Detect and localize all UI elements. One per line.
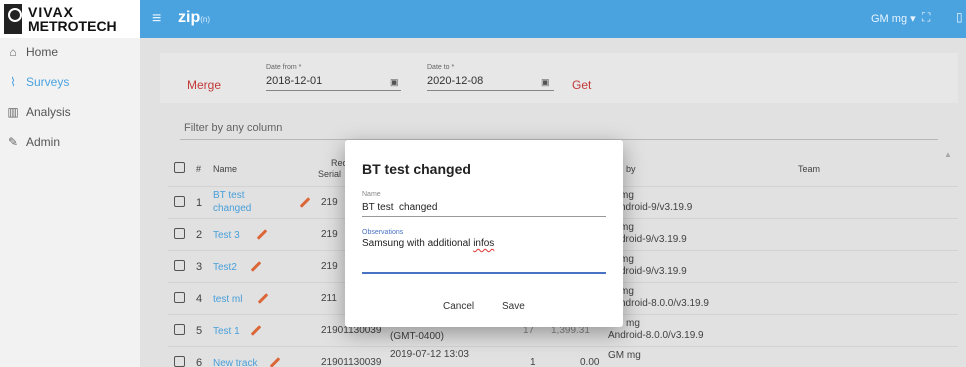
top-bar: VIVAX METROTECH ≡ zip(n) GM mg ▾ ⛶ ▯ [0,0,966,38]
sidebar: ⌂ Home ⌇ Surveys ▥ Analysis ✎ Admin [0,38,140,367]
sidebar-item-analysis[interactable]: ▥ Analysis [6,102,70,122]
observations-field-label: Observations [362,229,404,236]
logo-mark-icon [4,4,22,34]
sidebar-item-home[interactable]: ⌂ Home [6,42,58,62]
admin-icon: ✎ [7,135,19,149]
edit-survey-dialog: BT test changed Name Observations Samsun… [345,140,623,327]
sidebar-item-surveys[interactable]: ⌇ Surveys [6,72,69,92]
more-icon[interactable]: ▯ [956,10,963,24]
user-menu[interactable]: GM mg ▾ [871,12,916,25]
spellcheck-word: infos [473,238,495,249]
surveys-icon: ⌇ [10,75,16,89]
save-button[interactable]: Save [502,301,525,312]
home-icon: ⌂ [9,45,17,59]
analysis-icon: ▥ [7,105,19,119]
app-subtitle: (n) [200,15,210,24]
name-field-label: Name [362,191,381,198]
name-field[interactable] [362,200,606,214]
hamburger-menu-icon[interactable]: ≡ [152,10,161,28]
observations-field[interactable]: Samsung with additional infos [362,238,606,268]
brand-logo[interactable]: VIVAX METROTECH [0,0,140,38]
app-title: zip(n) [178,9,210,26]
sidebar-item-admin[interactable]: ✎ Admin [6,132,60,152]
brand-line2: METROTECH [28,18,117,34]
cancel-button[interactable]: Cancel [443,301,474,312]
dialog-title: BT test changed [362,161,471,177]
brand-line1: VIVAX [28,4,74,20]
fullscreen-icon[interactable]: ⛶ [922,10,930,25]
